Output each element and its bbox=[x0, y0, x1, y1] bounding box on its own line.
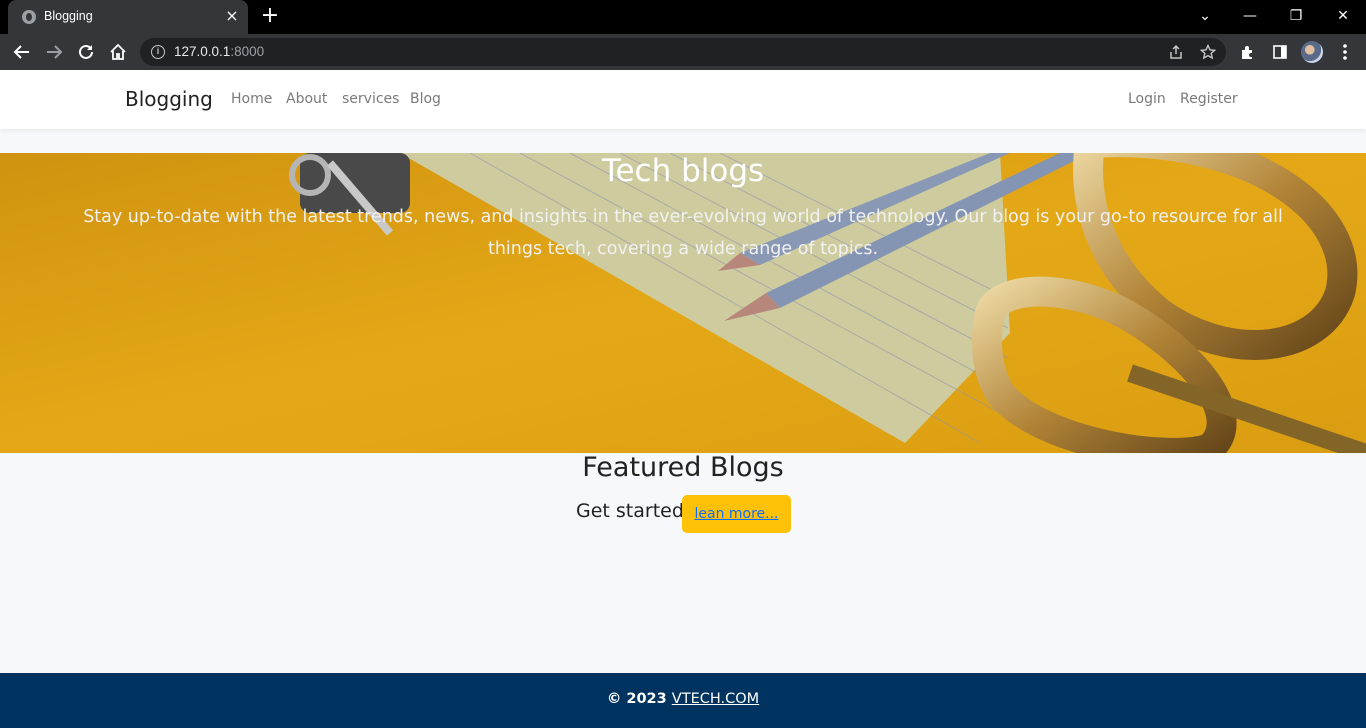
home-icon[interactable] bbox=[106, 40, 130, 64]
forward-icon[interactable] bbox=[42, 40, 66, 64]
star-icon[interactable] bbox=[1198, 42, 1218, 62]
nav-link-home[interactable]: Home bbox=[231, 91, 272, 107]
tab-title: Blogging bbox=[44, 9, 93, 23]
nav-link-services[interactable]: services bbox=[342, 91, 399, 107]
hero-background-image bbox=[0, 153, 1366, 453]
learn-more-button[interactable]: lean more... bbox=[682, 495, 791, 533]
hero-banner: Tech blogs Stay up-to-date with the late… bbox=[0, 153, 1366, 453]
site-navbar: Blogging Home About services Blog Login … bbox=[0, 70, 1366, 129]
site-footer: © 2023 VTECH.COM bbox=[0, 673, 1366, 728]
nav-link-about[interactable]: About bbox=[286, 91, 327, 107]
extensions-icon[interactable] bbox=[1236, 40, 1260, 64]
profile-avatar[interactable] bbox=[1301, 41, 1323, 63]
side-panel-icon[interactable] bbox=[1268, 40, 1292, 64]
hero-description: Stay up-to-date with the latest trends, … bbox=[83, 207, 1283, 259]
info-icon[interactable]: i bbox=[151, 45, 165, 59]
url-text: 127.0.0.1:8000 bbox=[174, 44, 265, 59]
share-icon[interactable] bbox=[1166, 42, 1186, 62]
login-link[interactable]: Login bbox=[1128, 91, 1166, 107]
minimize-button[interactable]: — bbox=[1239, 5, 1261, 27]
browser-tab[interactable]: Blogging × bbox=[8, 0, 248, 34]
reload-icon[interactable] bbox=[74, 40, 98, 64]
nav-link-blog[interactable]: Blog bbox=[410, 91, 441, 107]
restore-button[interactable]: ❐ bbox=[1285, 5, 1307, 27]
footer-link-vtech[interactable]: VTECH.COM bbox=[672, 691, 759, 707]
new-tab-button[interactable]: + bbox=[260, 5, 280, 27]
copyright-text: © 2023 bbox=[606, 691, 667, 707]
tab-search-icon[interactable]: ⌄ bbox=[1194, 5, 1216, 27]
browser-toolbar: i 127.0.0.1:8000 bbox=[0, 34, 1366, 70]
featured-blogs-heading: Featured Blogs bbox=[582, 452, 784, 483]
address-bar[interactable]: i 127.0.0.1:8000 bbox=[140, 38, 1226, 66]
close-window-button[interactable]: ✕ bbox=[1332, 5, 1354, 27]
tab-close-icon[interactable]: × bbox=[224, 8, 240, 24]
browser-tabbar: Blogging × + ⌄ — ❐ ✕ bbox=[0, 0, 1366, 34]
brand-logo[interactable]: Blogging bbox=[125, 87, 213, 111]
back-icon[interactable] bbox=[10, 40, 34, 64]
register-link[interactable]: Register bbox=[1180, 91, 1238, 107]
hero-title: Tech blogs bbox=[601, 153, 765, 189]
get-started-text: Get started bbox=[576, 500, 684, 522]
menu-icon[interactable] bbox=[1333, 40, 1357, 64]
footer-copyright: © 2023 VTECH.COM bbox=[0, 691, 1366, 707]
globe-icon bbox=[22, 10, 36, 24]
